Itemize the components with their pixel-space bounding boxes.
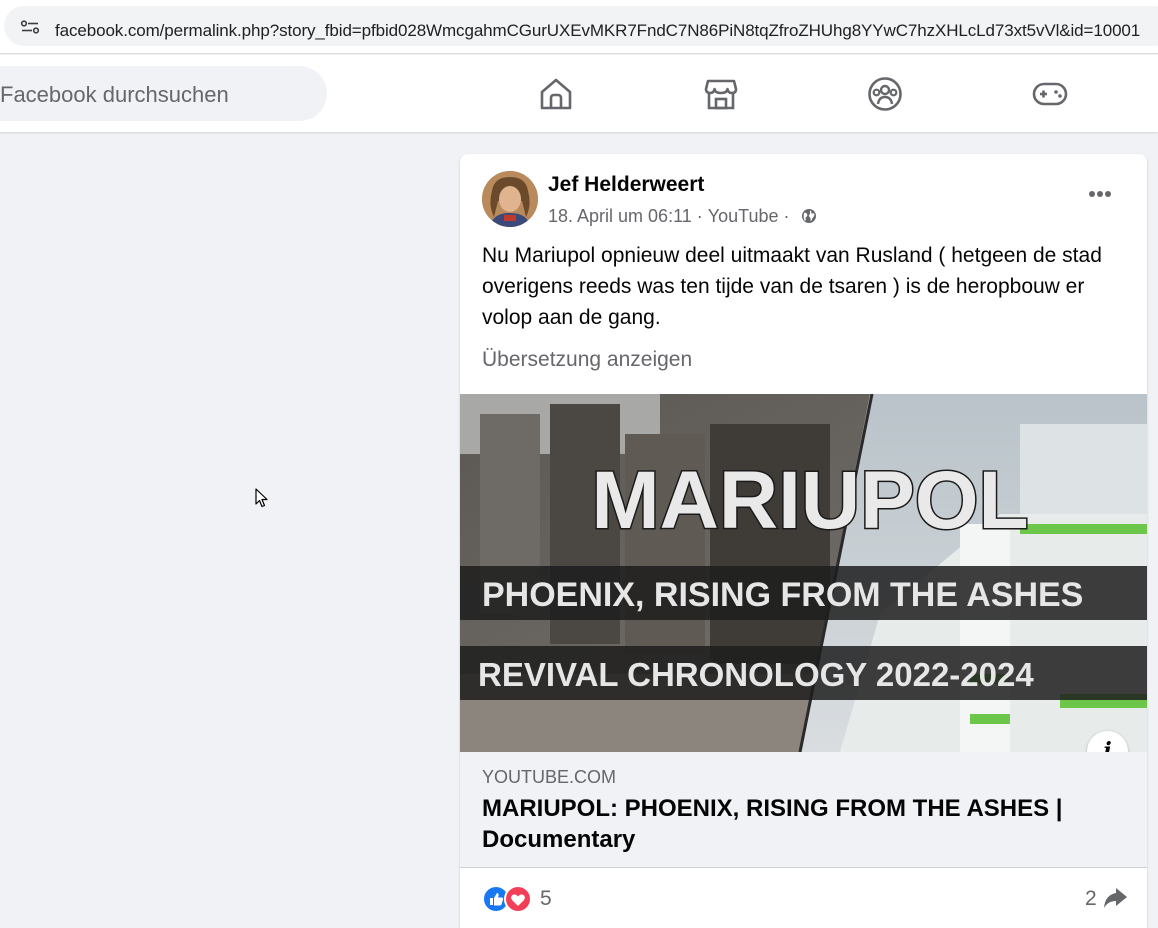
search-placeholder: Facebook durchsuchen <box>0 82 229 107</box>
more-options-icon[interactable] <box>1078 180 1122 208</box>
post-text: Nu Mariupol opnieuw deel uitmaakt van Ru… <box>482 244 1102 329</box>
groups-icon[interactable] <box>866 75 904 113</box>
share-icon[interactable] <box>1102 886 1128 910</box>
home-icon[interactable] <box>537 75 575 113</box>
url-text: facebook.com/permalink.php?story_fbid=pf… <box>55 21 1141 40</box>
gaming-icon[interactable] <box>1031 75 1069 113</box>
reactions-icons[interactable] <box>482 885 538 913</box>
search-input[interactable]: Facebook durchsuchen <box>0 66 327 121</box>
browser-address-bar: facebook.com/permalink.php?story_fbid=pf… <box>0 0 1158 54</box>
share-count[interactable]: 2 <box>1085 887 1097 911</box>
link-domain: YOUTUBE.COM <box>482 767 617 787</box>
site-settings-icon[interactable] <box>20 20 40 34</box>
link-preview[interactable]: YOUTUBE.COM MARIUPOL: PHOENIX, RISING FR… <box>460 752 1147 868</box>
post-meta: 18. April um 06:11 · YouTube · <box>548 205 817 227</box>
thumbnail-line1: PHOENIX, RISING FROM THE ASHES <box>482 576 1083 614</box>
post-card: Jef Helderweert 18. April um 06:11 · You… <box>460 154 1147 928</box>
marketplace-icon[interactable] <box>702 75 740 113</box>
url-field[interactable]: facebook.com/permalink.php?story_fbid=pf… <box>4 6 1158 46</box>
mouse-cursor-icon <box>255 488 268 508</box>
translate-link[interactable]: Übersetzung anzeigen <box>482 348 692 372</box>
meta-separator: · <box>783 205 790 226</box>
reaction-count[interactable]: 5 <box>540 887 552 911</box>
post-date[interactable]: 18. April um 06:11 <box>548 206 692 226</box>
link-title: MARIUPOL: PHOENIX, RISING FROM THE ASHES… <box>482 795 1063 853</box>
thumbnail-line2: REVIVAL CHRONOLOGY 2022-2024 <box>478 656 1034 693</box>
post-source: YouTube <box>707 205 779 226</box>
thumbnail-title: MARIUPOL <box>591 455 1028 546</box>
meta-separator: · <box>696 205 703 226</box>
globe-icon[interactable] <box>801 208 817 224</box>
author-avatar[interactable] <box>482 171 538 227</box>
link-thumbnail[interactable]: MARIUPOL PHOENIX, RISING FROM THE ASHES … <box>460 394 1147 752</box>
facebook-header: Facebook durchsuchen <box>0 55 1158 132</box>
author-name[interactable]: Jef Helderweert <box>548 173 704 197</box>
